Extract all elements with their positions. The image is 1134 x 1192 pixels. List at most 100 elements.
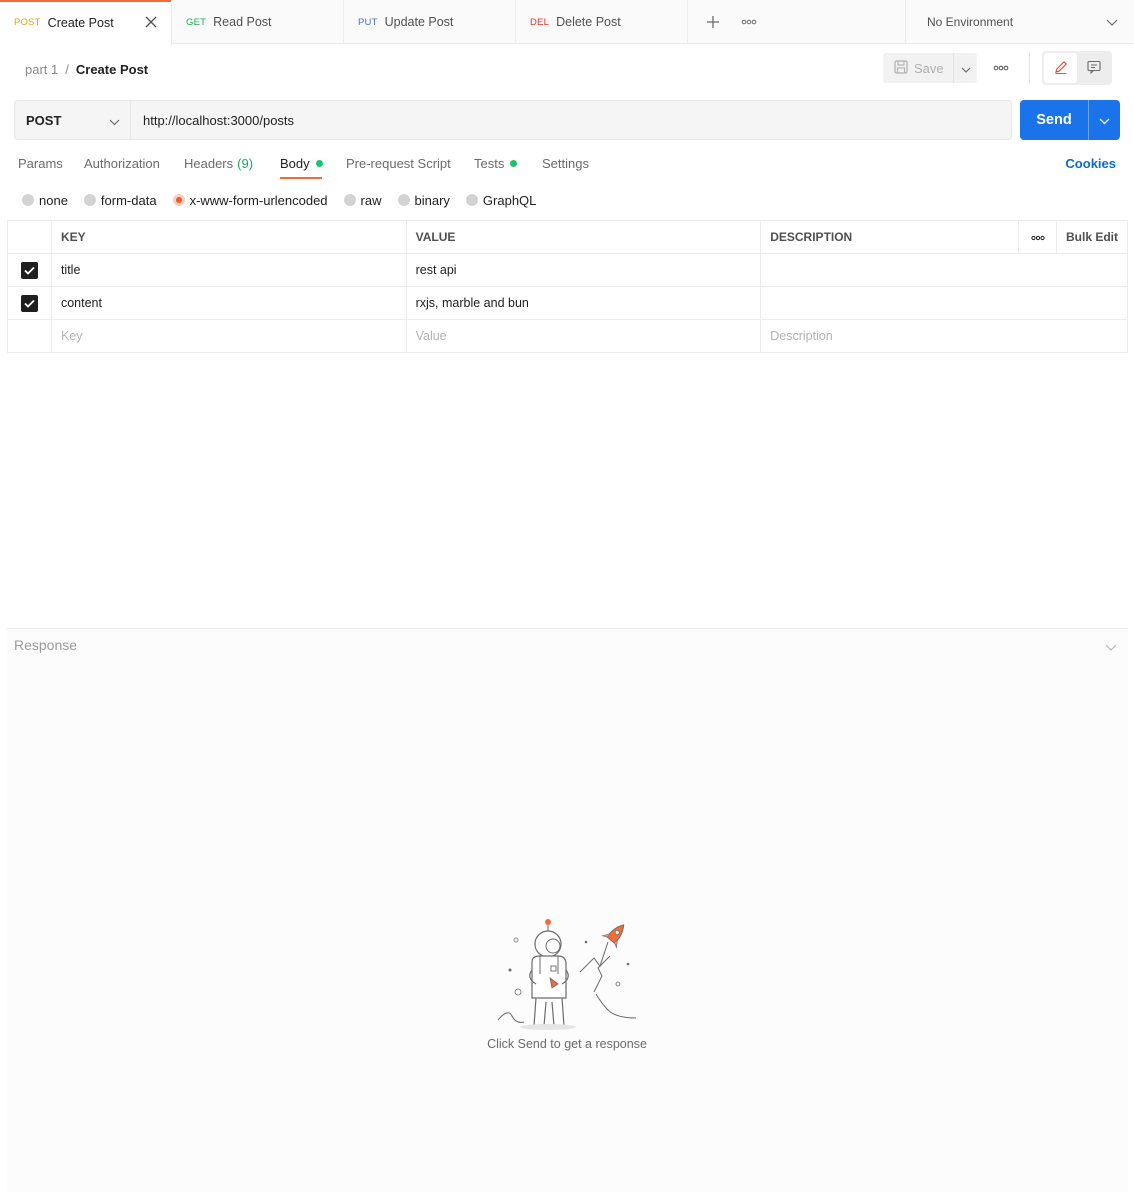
send-options-button[interactable] [1088, 100, 1120, 140]
tab-headers-label: Headers [184, 156, 234, 171]
row-checkbox[interactable] [20, 261, 38, 279]
tab-create-post[interactable]: POST Create Post [0, 0, 172, 45]
send-group: Send [1020, 100, 1120, 140]
row-checkbox-cell [7, 253, 52, 287]
row-value[interactable]: rxjs, marble and bun [405, 286, 762, 320]
body-params-table: KEY VALUE DESCRIPTION Bulk Edit title re… [7, 220, 1129, 353]
astronaut-rocket-illustration [488, 912, 648, 1034]
tab-tests-label: Tests [474, 156, 505, 171]
tab-method: PUT [358, 16, 378, 28]
status-dot [510, 160, 518, 167]
more-horizontal-icon[interactable] [990, 57, 1012, 79]
radio-label: none [39, 192, 68, 208]
empty-response-message: Click Send to get a response [487, 1037, 647, 1051]
divider [1029, 53, 1030, 83]
radio-circle [397, 194, 410, 206]
radio-graphql[interactable]: GraphQL [465, 192, 537, 208]
radio-label: raw [360, 192, 382, 208]
save-button[interactable]: Save [883, 53, 953, 83]
more-horizontal-icon[interactable] [1030, 230, 1045, 244]
page-title[interactable]: Create Post [76, 62, 148, 77]
response-title: Response [14, 637, 78, 653]
tab-pre-request-script[interactable]: Pre-request Script [346, 156, 451, 171]
save-group: Save [883, 53, 977, 83]
close-icon[interactable] [143, 14, 159, 30]
row-value[interactable]: rest api [405, 253, 762, 287]
chevron-down-icon[interactable] [1105, 640, 1117, 655]
radio-label: binary [414, 192, 450, 208]
plus-icon[interactable] [702, 11, 724, 33]
tab-authorization[interactable]: Authorization [84, 156, 160, 171]
tab-delete-post[interactable]: DEL Delete Post [516, 0, 688, 44]
breadcrumb-separator: / [65, 61, 69, 77]
response-pane [7, 629, 1128, 1192]
tab-params[interactable]: Params [18, 156, 63, 171]
tab-headers[interactable]: Headers (9) [184, 156, 253, 171]
radio-label: form-data [100, 192, 157, 208]
table-row-new: Key Value Description [7, 319, 1128, 353]
chevron-down-icon [961, 61, 971, 76]
pencil-icon [1053, 59, 1069, 78]
header-checkbox-cell [7, 220, 52, 254]
environment-selector[interactable]: No Environment [905, 0, 1134, 44]
method-label: POST [26, 112, 62, 128]
tab-method: POST [14, 17, 41, 28]
chevron-down-icon [1106, 16, 1118, 30]
radio-x-www-form-urlencoded[interactable]: x-www-form-urlencoded [172, 193, 328, 208]
tab-label: Read Post [213, 15, 272, 29]
breadcrumb-parent[interactable]: part 1 [25, 62, 58, 77]
tab-settings[interactable]: Settings [542, 156, 589, 171]
radio-circle [465, 194, 478, 206]
tab-update-post[interactable]: PUT Update Post [344, 0, 516, 44]
radio-circle-selected [172, 194, 185, 206]
table-header-row: KEY VALUE DESCRIPTION Bulk Edit [7, 220, 1129, 254]
headers-count: (9) [237, 156, 254, 171]
value-placeholder[interactable]: Value [405, 319, 762, 353]
row-checkbox-cell [7, 319, 52, 353]
save-icon [894, 59, 908, 77]
more-horizontal-icon[interactable] [738, 11, 760, 33]
breadcrumb: part 1 / Create Post Save [0, 45, 1134, 93]
active-tab-indicator [280, 177, 322, 179]
radio-binary[interactable]: binary [397, 192, 450, 208]
method-select[interactable]: POST [15, 101, 131, 139]
radio-form-data[interactable]: form-data [83, 192, 157, 208]
radio-label: GraphQL [482, 192, 537, 208]
tab-label: Create Post [47, 15, 114, 30]
status-dot [315, 160, 323, 167]
save-options-button[interactable] [953, 53, 977, 83]
edit-view-button[interactable] [1044, 53, 1077, 83]
radio-circle [343, 194, 356, 206]
tab-body[interactable]: Body [280, 156, 323, 171]
row-description[interactable] [760, 286, 1128, 320]
request-url-bar: POST [14, 100, 1012, 140]
column-options[interactable] [1018, 220, 1057, 254]
bulk-edit-button[interactable]: Bulk Edit [1055, 220, 1129, 254]
key-placeholder[interactable]: Key [50, 319, 407, 353]
column-key: KEY [50, 220, 407, 254]
row-key[interactable]: content [50, 286, 407, 320]
row-key[interactable]: title [50, 253, 407, 287]
tab-label: Update Post [384, 15, 454, 29]
column-description: DESCRIPTION [760, 220, 1020, 254]
cookies-link[interactable]: Cookies [1065, 156, 1116, 171]
table-row: title rest api [7, 253, 1128, 287]
row-checkbox[interactable] [20, 294, 38, 312]
send-button[interactable]: Send [1020, 100, 1088, 140]
comments-view-button[interactable] [1077, 53, 1110, 83]
response-divider[interactable] [7, 628, 1128, 629]
url-input[interactable] [131, 101, 1011, 139]
radio-raw[interactable]: raw [343, 192, 382, 208]
tab-tests[interactable]: Tests [474, 156, 518, 171]
view-toggle [1042, 51, 1112, 85]
description-placeholder[interactable]: Description [760, 319, 1128, 353]
tab-read-post[interactable]: GET Read Post [172, 0, 344, 44]
row-description[interactable] [760, 253, 1128, 287]
radio-none[interactable]: none [22, 193, 68, 208]
table-row: content rxjs, marble and bun [7, 286, 1128, 320]
radio-circle [83, 194, 96, 206]
chevron-down-icon [109, 114, 120, 129]
tab-method: GET [186, 16, 207, 28]
radio-circle [22, 194, 34, 206]
tab-tools [688, 0, 900, 43]
